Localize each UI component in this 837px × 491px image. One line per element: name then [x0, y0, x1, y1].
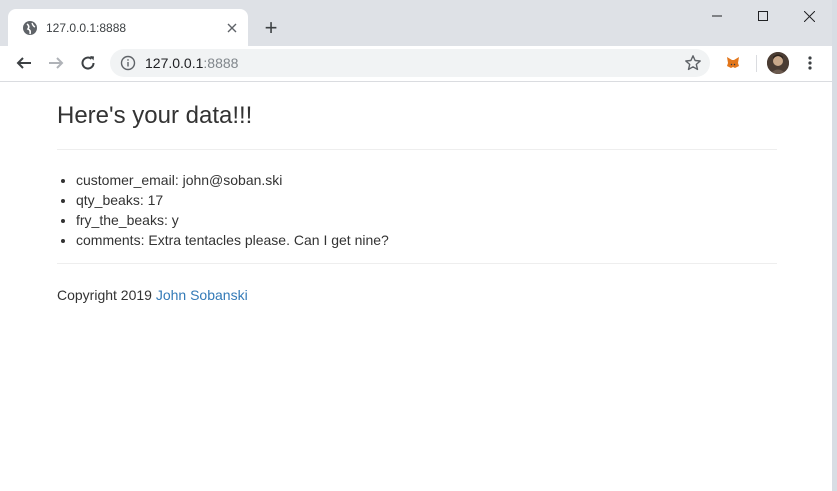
list-item: customer_email: john@soban.ski	[76, 170, 777, 190]
page-content: Here's your data!!! customer_email: john…	[57, 82, 777, 305]
close-icon	[803, 10, 815, 22]
minimize-button[interactable]	[694, 0, 740, 32]
address-bar[interactable]: 127.0.0.1:8888	[110, 49, 710, 77]
browser-toolbar: 127.0.0.1:8888	[0, 46, 832, 82]
data-list: customer_email: john@soban.ski qty_beaks…	[57, 170, 777, 250]
forward-icon	[49, 57, 64, 69]
tab-close-icon[interactable]	[222, 18, 242, 38]
profile-photo-icon	[767, 52, 789, 74]
footer-copyright: Copyright 2019	[57, 287, 156, 303]
tab-title: 127.0.0.1:8888	[46, 20, 127, 35]
back-button[interactable]	[11, 50, 37, 76]
url-text: 127.0.0.1:8888	[145, 55, 238, 71]
browser-window: 127.0.0.1:8888 + 127.0.0.1:8888 Here's y…	[0, 0, 833, 491]
list-item: comments: Extra tentacles please. Can I …	[76, 230, 777, 250]
url-port: :8888	[203, 55, 239, 71]
desktop-background	[832, 0, 837, 491]
menu-icon	[808, 56, 812, 70]
metamask-extension-button[interactable]	[720, 50, 746, 76]
divider	[57, 149, 777, 150]
back-icon	[16, 57, 31, 69]
new-tab-button[interactable]: +	[258, 15, 284, 41]
close-window-button[interactable]	[786, 0, 832, 32]
metamask-fox-icon	[727, 57, 739, 68]
avatar[interactable]	[767, 52, 789, 74]
reload-button[interactable]	[75, 50, 101, 76]
forward-button[interactable]	[43, 50, 69, 76]
url-host: 127.0.0.1	[145, 55, 204, 71]
title-bar: 127.0.0.1:8888 +	[0, 0, 832, 46]
maximize-button[interactable]	[740, 0, 786, 32]
list-item: fry_the_beaks: y	[76, 210, 777, 230]
author-link[interactable]: John Sobanski	[156, 287, 248, 303]
list-item: qty_beaks: 17	[76, 190, 777, 210]
minimize-icon	[712, 15, 722, 17]
browser-menu-button[interactable]	[797, 50, 823, 76]
toolbar-separator	[756, 55, 757, 72]
footer: Copyright 2019 John Sobanski	[57, 285, 777, 305]
star-icon[interactable]	[684, 54, 702, 72]
maximize-icon	[758, 11, 768, 21]
browser-tab[interactable]: 127.0.0.1:8888	[8, 9, 248, 46]
info-icon[interactable]	[120, 55, 136, 71]
reload-icon	[81, 56, 95, 70]
divider	[57, 263, 777, 264]
page-title: Here's your data!!!	[57, 102, 253, 129]
globe-icon	[23, 20, 37, 35]
